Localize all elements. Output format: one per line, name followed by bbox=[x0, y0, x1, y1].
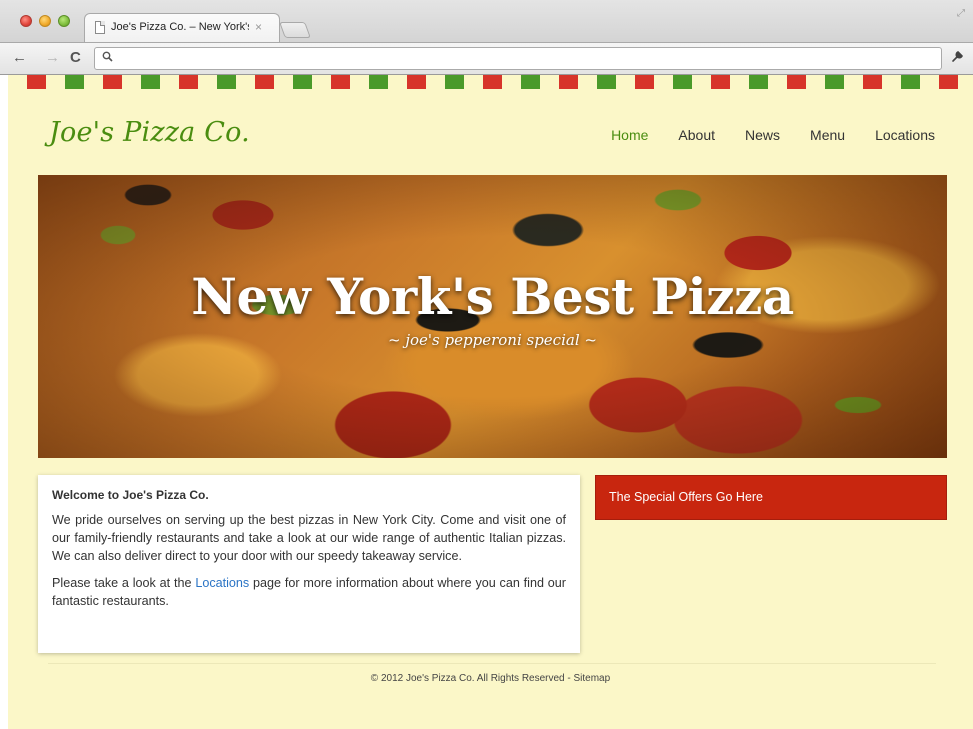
nav-home[interactable]: Home bbox=[611, 127, 648, 143]
welcome-panel: Welcome to Joe's Pizza Co. We pride ours… bbox=[38, 475, 580, 653]
locations-link[interactable]: Locations bbox=[195, 576, 249, 590]
window-minimize-button[interactable] bbox=[39, 15, 51, 27]
browser-chrome: Joe's Pizza Co. – New York's Best Pizza … bbox=[0, 0, 973, 75]
window-close-button[interactable] bbox=[20, 15, 32, 27]
welcome-heading: Welcome to Joe's Pizza Co. bbox=[52, 488, 209, 502]
site-logo[interactable]: Joe's Pizza Co. bbox=[49, 117, 250, 148]
new-tab-button[interactable] bbox=[279, 22, 311, 38]
striped-top-border bbox=[8, 75, 973, 89]
web-page: Joe's Pizza Co. Home About News Menu Loc… bbox=[8, 75, 973, 729]
footer-text: © 2012 Joe's Pizza Co. All Rights Reserv… bbox=[370, 673, 611, 684]
hero-banner: New York's Best Pizza ~ joe's pepperoni … bbox=[38, 175, 947, 458]
wrench-icon[interactable] bbox=[951, 49, 965, 66]
nav-locations[interactable]: Locations bbox=[875, 127, 935, 143]
reload-icon[interactable]: C bbox=[70, 49, 81, 66]
nav-about[interactable]: About bbox=[678, 127, 715, 143]
tab-strip: Joe's Pizza Co. – New York's Best Pizza … bbox=[0, 0, 973, 42]
hero-subtitle: ~ joe's pepperoni special ~ bbox=[388, 331, 597, 349]
paragraph-2-text-before: Please take a look at the bbox=[52, 576, 196, 590]
nav-menu[interactable]: Menu bbox=[810, 127, 845, 143]
forward-arrow-icon[interactable]: → bbox=[45, 49, 60, 66]
hero-title: New York's Best Pizza bbox=[191, 267, 794, 326]
welcome-paragraph-1: We pride ourselves on serving up the bes… bbox=[52, 513, 566, 563]
browser-tab[interactable]: Joe's Pizza Co. – New York's Best Pizza … bbox=[84, 13, 280, 42]
window-maximize-button[interactable] bbox=[58, 15, 70, 27]
fullscreen-icon[interactable]: ⤢ bbox=[957, 8, 965, 19]
browser-toolbar: ← → C bbox=[0, 42, 973, 75]
special-offers-panel: The Special Offers Go Here bbox=[595, 475, 947, 520]
special-offers-text: The Special Offers Go Here bbox=[609, 490, 764, 504]
back-arrow-icon[interactable]: ← bbox=[12, 49, 27, 66]
welcome-paragraph-2: Please take a look at the Locations page… bbox=[52, 574, 566, 610]
footer-divider bbox=[48, 663, 936, 664]
main-nav: Home About News Menu Locations bbox=[581, 127, 935, 143]
tab-close-icon[interactable]: × bbox=[255, 20, 262, 34]
tab-title: Joe's Pizza Co. – New York's Best Pizza bbox=[111, 21, 249, 33]
nav-news[interactable]: News bbox=[745, 127, 780, 143]
address-bar[interactable] bbox=[94, 47, 942, 70]
search-icon bbox=[102, 51, 113, 65]
document-icon bbox=[95, 21, 105, 34]
